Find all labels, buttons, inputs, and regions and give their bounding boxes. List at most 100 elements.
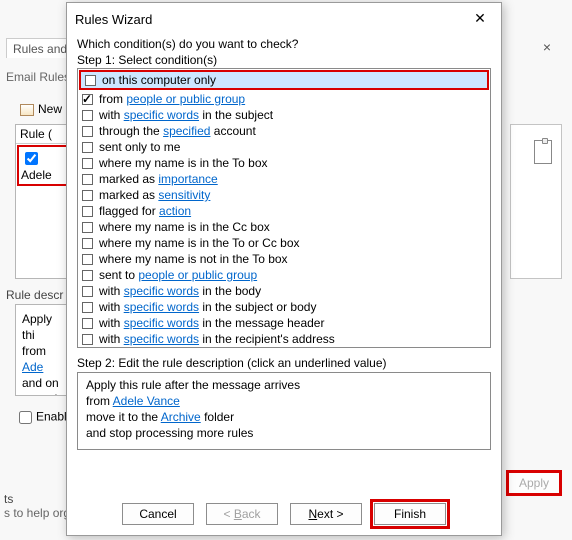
condition-link[interactable]: specified	[163, 124, 210, 138]
apply-button[interactable]: Apply	[506, 470, 562, 496]
rule-description-editor: Apply this rule after the message arrive…	[77, 372, 491, 450]
condition-checkbox[interactable]	[82, 206, 93, 217]
condition-text: where my name is in the To or Cc box	[99, 235, 300, 251]
condition-text: from people or public group	[99, 91, 245, 107]
wizard-title: Rules Wizard	[75, 12, 152, 27]
back-button[interactable]: < Back	[206, 503, 278, 525]
wizard-close-button[interactable]: ✕	[467, 8, 493, 30]
condition-checkbox[interactable]	[82, 270, 93, 281]
condition-row[interactable]: with specific words in the recipient's a…	[78, 331, 490, 347]
condition-link[interactable]: specific words	[124, 332, 199, 346]
condition-checkbox[interactable]	[82, 286, 93, 297]
preview-icon	[530, 140, 558, 168]
condition-checkbox[interactable]	[82, 302, 93, 313]
condition-checkbox[interactable]	[82, 318, 93, 329]
condition-row[interactable]: flagged for action	[78, 203, 490, 219]
next-button[interactable]: Next >	[290, 503, 362, 525]
condition-link[interactable]: people or public group	[138, 268, 257, 282]
condition-row[interactable]: sent to people or public group	[78, 267, 490, 283]
condition-row[interactable]: marked as importance	[78, 171, 490, 187]
finish-button[interactable]: Finish	[374, 503, 446, 525]
condition-row[interactable]: marked as sensitivity	[78, 187, 490, 203]
condition-checkbox[interactable]	[82, 222, 93, 233]
rules-list-header: Rule (	[16, 125, 69, 144]
desc-line: Apply this rule after the message arrive…	[86, 377, 482, 393]
condition-checkbox[interactable]	[82, 158, 93, 169]
condition-link[interactable]: specific words	[124, 300, 199, 314]
condition-link[interactable]: specific words	[124, 316, 199, 330]
condition-link[interactable]: action	[159, 204, 191, 218]
rule-name: Adele	[21, 168, 52, 182]
condition-text: marked as sensitivity	[99, 187, 210, 203]
rules-list: Rule ( Adele	[15, 124, 70, 279]
condition-text: marked as importance	[99, 171, 218, 187]
condition-link[interactable]: specific words	[124, 284, 199, 298]
condition-text: flagged for action	[99, 203, 191, 219]
condition-text: where my name is in the To box	[99, 155, 268, 171]
condition-row[interactable]: with specific words in the body	[78, 283, 490, 299]
step1-label: Step 1: Select condition(s)	[77, 53, 491, 67]
condition-row[interactable]: where my name is in the To box	[78, 155, 490, 171]
condition-text: on this computer only	[102, 72, 216, 88]
rule-enabled-checkbox[interactable]	[25, 152, 38, 165]
desc-folder-link[interactable]: Archive	[161, 410, 201, 424]
new-rule-icon	[20, 104, 34, 116]
condition-text: through the specified account	[99, 123, 256, 139]
condition-checkbox[interactable]	[85, 75, 96, 86]
condition-row[interactable]: from people or public group	[78, 91, 490, 107]
condition-text: sent only to me	[99, 139, 180, 155]
step2-label: Step 2: Edit the rule description (click…	[77, 356, 491, 370]
condition-row[interactable]: on this computer only	[79, 70, 489, 90]
condition-text: sent to people or public group	[99, 267, 257, 283]
cancel-button[interactable]: Cancel	[122, 503, 194, 525]
enable-rules-checkbox[interactable]	[19, 411, 32, 424]
condition-text: with specific words in the body	[99, 283, 261, 299]
condition-checkbox[interactable]	[82, 238, 93, 249]
desc-line: and stop processing more rules	[86, 425, 482, 441]
condition-text: with specific words in the subject	[99, 107, 273, 123]
condition-checkbox[interactable]	[82, 110, 93, 121]
condition-row[interactable]: where my name is in the Cc box	[78, 219, 490, 235]
condition-checkbox[interactable]	[82, 334, 93, 345]
condition-link[interactable]: importance	[158, 172, 217, 186]
condition-checkbox[interactable]	[82, 94, 93, 105]
condition-link[interactable]: people or public group	[126, 92, 245, 106]
condition-text: where my name is in the Cc box	[99, 219, 270, 235]
rule-description-line: move it t	[22, 391, 63, 396]
wizard-button-row: Cancel < Back Next > Finish	[67, 503, 501, 525]
rule-description-box: Apply thi from Ade and on move it t and …	[15, 304, 70, 396]
condition-row[interactable]: through the specified account	[78, 123, 490, 139]
condition-row[interactable]: sent only to me	[78, 139, 490, 155]
condition-text: where my name is not in the To box	[99, 251, 288, 267]
conditions-list[interactable]: on this computer only from people or publ…	[77, 68, 491, 348]
condition-row[interactable]: with specific words in the sender's addr…	[78, 347, 490, 348]
condition-link[interactable]: sensitivity	[158, 188, 210, 202]
rules-and-alerts-close-icon[interactable]: ×	[532, 38, 562, 58]
condition-text: with specific words in the recipient's a…	[99, 331, 335, 347]
condition-row[interactable]: where my name is not in the To box	[78, 251, 490, 267]
rule-from-link[interactable]: Ade	[22, 360, 43, 374]
rules-wizard-dialog: Rules Wizard ✕ Which condition(s) do you…	[66, 2, 502, 536]
email-rules-label: Email Rules	[6, 70, 70, 84]
condition-row[interactable]: where my name is in the To or Cc box	[78, 235, 490, 251]
rule-description-line: from Ade	[22, 343, 63, 375]
desc-from-link[interactable]: Adele Vance	[113, 394, 180, 408]
desc-line: from Adele Vance	[86, 393, 482, 409]
condition-checkbox[interactable]	[82, 174, 93, 185]
condition-checkbox[interactable]	[82, 126, 93, 137]
rule-description-label: Rule descr	[6, 288, 63, 302]
condition-checkbox[interactable]	[82, 190, 93, 201]
rule-description-line: Apply thi	[22, 311, 63, 343]
condition-checkbox[interactable]	[82, 254, 93, 265]
enable-rules-option[interactable]: Enable	[15, 408, 73, 427]
condition-text: with specific words in the sender's addr…	[99, 347, 326, 348]
condition-row[interactable]: with specific words in the subject	[78, 107, 490, 123]
footer-fragment-top: ts	[4, 492, 13, 506]
condition-row[interactable]: with specific words in the message heade…	[78, 315, 490, 331]
rules-list-row[interactable]: Adele	[17, 145, 68, 186]
rule-description-line: and on	[22, 375, 63, 391]
condition-checkbox[interactable]	[82, 142, 93, 153]
condition-row[interactable]: with specific words in the subject or bo…	[78, 299, 490, 315]
wizard-question: Which condition(s) do you want to check?	[77, 37, 491, 51]
condition-link[interactable]: specific words	[124, 108, 199, 122]
